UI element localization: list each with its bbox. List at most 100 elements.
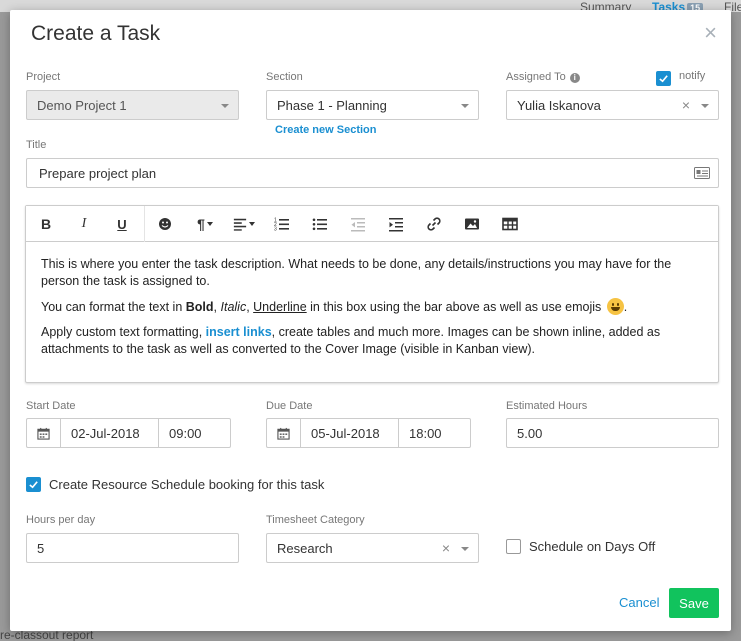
chevron-down-icon	[221, 104, 229, 108]
estimated-hours-value: 5.00	[517, 425, 543, 441]
calendar-icon	[277, 427, 290, 440]
title-input[interactable]: Prepare project plan	[26, 158, 719, 188]
hours-per-day-input[interactable]: 5	[26, 533, 239, 563]
bullet-list-icon	[312, 218, 327, 231]
title-value: Prepare project plan	[39, 165, 157, 181]
editor-content[interactable]: This is where you enter the task descrip…	[26, 242, 718, 358]
start-date-input[interactable]: 02-Jul-2018	[60, 418, 158, 448]
estimated-hours-label: Estimated Hours	[506, 400, 588, 412]
timesheet-category-label: Timesheet Category	[266, 514, 365, 526]
assigned-to-label: Assigned To i	[506, 71, 580, 83]
underline-text: Underline	[253, 300, 307, 314]
project-value: Demo Project 1	[37, 97, 127, 113]
timesheet-category-value: Research	[277, 540, 333, 556]
ordered-list-button[interactable]: 123	[271, 215, 293, 233]
editor-text: .	[623, 300, 628, 314]
outdent-icon	[351, 218, 365, 232]
editor-paragraph: Apply custom text formatting, insert lin…	[41, 324, 703, 358]
clear-icon[interactable]: ×	[682, 97, 690, 113]
modal-title: Create a Task	[31, 22, 161, 45]
save-button[interactable]: Save	[669, 588, 719, 618]
background-bottom-strip: re-classout report	[0, 631, 741, 641]
paragraph-icon: ¶	[197, 216, 205, 232]
start-time-input[interactable]: 09:00	[158, 418, 231, 448]
link-icon	[427, 217, 441, 231]
create-task-modal: Create a Task × Project Demo Project 1 S…	[10, 10, 731, 631]
outdent-button[interactable]	[347, 215, 369, 233]
schedule-days-off-label: Schedule on Days Off	[529, 539, 656, 554]
editor-paragraph: This is where you enter the task descrip…	[41, 257, 672, 288]
hours-per-day-label: Hours per day	[26, 514, 96, 526]
emoji-button[interactable]	[154, 215, 176, 233]
due-date-picker-button[interactable]	[266, 418, 300, 448]
project-select: Demo Project 1	[26, 90, 239, 120]
chevron-down-icon	[461, 547, 469, 551]
unordered-list-button[interactable]	[309, 215, 331, 233]
indent-button[interactable]	[385, 215, 407, 233]
due-date-label: Due Date	[266, 400, 313, 412]
close-button[interactable]: ×	[704, 22, 717, 44]
editor-text: You can format the text in	[41, 300, 186, 314]
timesheet-category-select[interactable]: Research ×	[266, 533, 479, 563]
editor-text: in this box using the bar above as well …	[306, 300, 605, 314]
editor-text: ,	[213, 300, 221, 314]
background-right-strip	[731, 12, 741, 641]
chevron-down-icon	[249, 222, 255, 226]
image-icon	[465, 218, 479, 230]
due-time-input[interactable]: 18:00	[398, 418, 471, 448]
due-date-input[interactable]: 05-Jul-2018	[300, 418, 398, 448]
assigned-to-value: Yulia Iskanova	[517, 97, 601, 113]
svg-text:3: 3	[274, 227, 277, 233]
schedule-days-off-checkbox[interactable]	[506, 539, 521, 554]
estimated-hours-input[interactable]: 5.00	[506, 418, 719, 448]
insert-link-button[interactable]	[423, 215, 445, 233]
description-editor: B I U ¶ 123 This is where you enter the …	[25, 205, 719, 383]
editor-paragraph: You can format the text in Bold, Italic,…	[41, 298, 703, 316]
due-date-group: 05-Jul-2018 18:00	[266, 418, 471, 448]
start-date-group: 02-Jul-2018 09:00	[26, 418, 231, 448]
toolbar-divider	[144, 206, 145, 242]
resource-booking-label: Create Resource Schedule booking for thi…	[49, 477, 325, 492]
section-select[interactable]: Phase 1 - Planning	[266, 90, 479, 120]
underline-button[interactable]: U	[111, 215, 133, 233]
calendar-icon	[37, 427, 50, 440]
card-icon[interactable]	[694, 167, 710, 179]
section-label: Section	[266, 71, 303, 83]
insert-image-button[interactable]	[461, 215, 483, 233]
align-left-icon	[233, 218, 247, 231]
insert-table-button[interactable]	[499, 215, 521, 233]
italic-text: Italic	[220, 300, 247, 314]
chevron-down-icon	[461, 104, 469, 108]
bold-text: Bold	[185, 300, 214, 314]
start-date-picker-button[interactable]	[26, 418, 60, 448]
checkmark-icon	[659, 75, 668, 83]
project-label: Project	[26, 71, 61, 83]
create-new-section-link[interactable]: Create new Section	[275, 124, 376, 136]
chevron-down-icon	[206, 222, 213, 226]
resource-booking-checkbox[interactable]	[26, 477, 41, 492]
assigned-to-label-text: Assigned To	[506, 71, 566, 83]
hours-per-day-value: 5	[37, 540, 45, 556]
clear-icon[interactable]: ×	[442, 540, 450, 556]
assigned-to-select[interactable]: Yulia Iskanova ×	[506, 90, 719, 120]
grinning-emoji-icon	[606, 298, 624, 315]
align-button[interactable]	[228, 215, 260, 233]
bg-bottom-text: re-classout report	[0, 631, 94, 641]
notify-checkbox[interactable]	[656, 71, 671, 86]
italic-button[interactable]: I	[73, 215, 95, 233]
notify-label: notify	[679, 70, 706, 82]
title-label: Title	[26, 139, 47, 151]
paragraph-format-button[interactable]: ¶	[189, 215, 221, 233]
checkmark-icon	[29, 481, 38, 489]
bold-button[interactable]: B	[35, 215, 57, 233]
ordered-list-icon: 123	[274, 218, 289, 233]
start-date-label: Start Date	[26, 400, 76, 412]
editor-toolbar: B I U ¶ 123	[26, 206, 718, 242]
cancel-button[interactable]: Cancel	[619, 595, 659, 610]
section-value: Phase 1 - Planning	[277, 97, 387, 113]
info-icon: i	[569, 73, 580, 83]
editor-text: Apply custom text formatting,	[41, 325, 206, 339]
insert-links-link[interactable]: insert links	[206, 325, 272, 339]
background-left-strip	[0, 12, 10, 641]
table-icon	[502, 217, 518, 231]
